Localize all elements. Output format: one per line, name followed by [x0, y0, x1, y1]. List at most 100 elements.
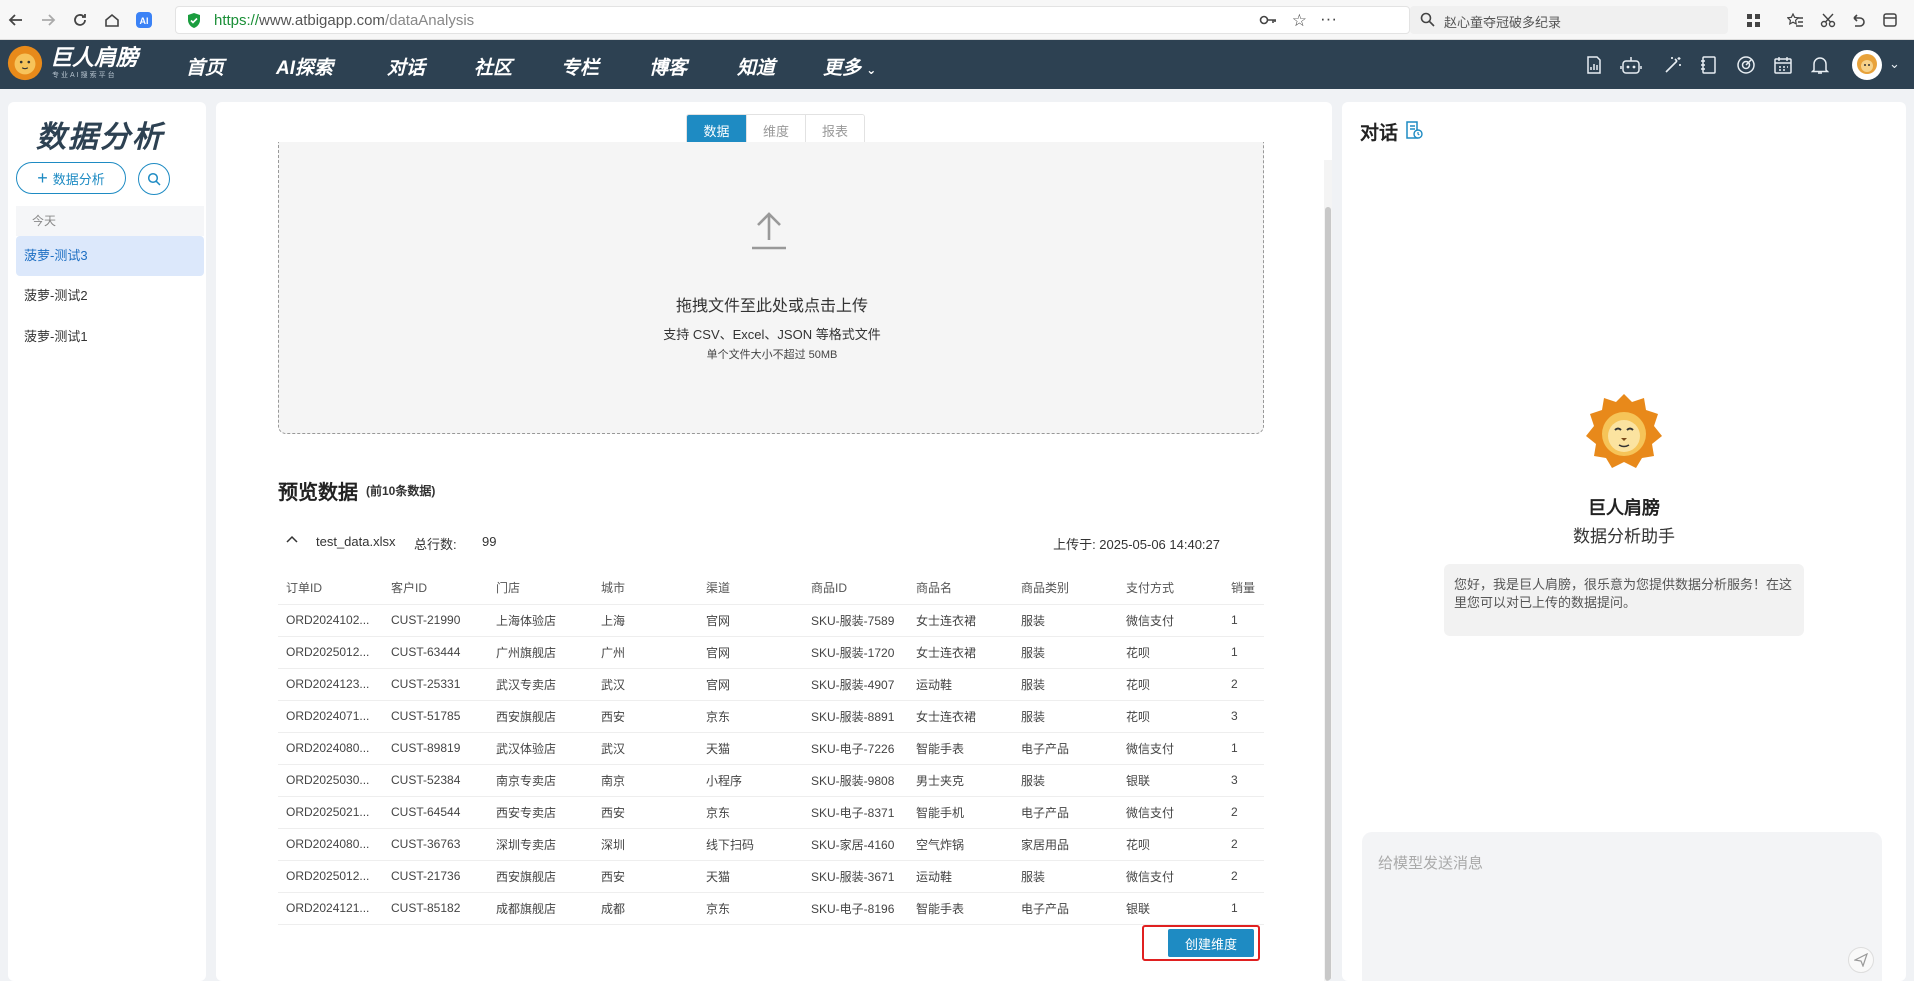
nav-ai-explore[interactable]: AI探索	[276, 53, 333, 80]
table-cell: 服装	[1013, 668, 1118, 701]
table-cell: 西安专卖店	[488, 796, 593, 829]
table-row: ORD2025030... CUST-52384 南京专卖店 南京 小程序 SKU-服装-…	[278, 764, 1264, 797]
bell-icon[interactable]	[1808, 53, 1832, 77]
table-row: ORD2025012... CUST-63444 广州旗舰店 广州 官网 SKU-服装-1…	[278, 636, 1264, 669]
back-arrow-icon[interactable]	[4, 8, 28, 32]
table-cell: 官网	[698, 668, 803, 701]
nav-blog[interactable]: 博客	[649, 53, 687, 80]
url-text: https://www.atbigapp.com/dataAnalysis	[214, 12, 475, 29]
table-cell: 运动鞋	[908, 668, 1013, 701]
table-cell: 广州旗舰店	[488, 636, 593, 669]
reload-icon[interactable]	[68, 8, 92, 32]
nav-column[interactable]: 专栏	[561, 53, 599, 80]
scrollbar-thumb[interactable]	[1325, 207, 1331, 981]
table-cell: 微信支付	[1118, 860, 1223, 893]
send-button[interactable]	[1848, 947, 1874, 973]
table-cell: 西安	[593, 860, 698, 893]
apps-grid-icon[interactable]	[1741, 8, 1765, 32]
table-cell: 线下扫码	[698, 828, 803, 861]
tab-dimension[interactable]: 维度	[746, 115, 805, 145]
chevron-up-icon[interactable]	[286, 534, 298, 549]
site-logo[interactable]: 巨人肩膀 专业AI搜索平台	[6, 44, 138, 82]
home-icon[interactable]	[100, 8, 124, 32]
plus-icon: +	[37, 168, 48, 188]
file-dropzone[interactable]: 拖拽文件至此处或点击上传 支持 CSV、Excel、JSON 等格式文件 单个文…	[278, 142, 1264, 434]
column-header: 城市	[593, 572, 698, 605]
more-dots-icon[interactable]: ···	[1320, 9, 1337, 29]
address-bar[interactable]: https://www.atbigapp.com/dataAnalysis ☆ …	[175, 6, 1410, 34]
ai-extension-icon[interactable]: AI	[132, 8, 156, 32]
table-cell: 女士连衣裙	[908, 700, 1013, 733]
tab-report[interactable]: 报表	[805, 115, 864, 145]
table-cell: 空气炸锅	[908, 828, 1013, 861]
dropzone-title: 拖拽文件至此处或点击上传	[675, 298, 868, 315]
target-icon[interactable]	[1734, 53, 1758, 77]
table-cell: 3	[1223, 700, 1264, 733]
session-item-2[interactable]: 菠萝-测试2	[16, 276, 204, 316]
table-cell: CUST-51785	[383, 700, 488, 733]
star-icon[interactable]: ☆	[1292, 11, 1307, 31]
browser-search-box[interactable]: 赵心童夺冠破多纪录	[1410, 6, 1728, 34]
table-cell: 西安	[593, 796, 698, 829]
table-cell: 成都	[593, 892, 698, 925]
robot-icon[interactable]	[1619, 53, 1643, 77]
calendar-icon[interactable]	[1771, 53, 1795, 77]
table-cell: 花呗	[1118, 636, 1223, 669]
column-header: 商品类别	[1013, 572, 1118, 605]
nav-community[interactable]: 社区	[474, 53, 512, 80]
new-analysis-button[interactable]: + 数据分析	[16, 162, 126, 194]
magic-wand-icon[interactable]	[1661, 53, 1685, 77]
scissors-icon[interactable]	[1816, 8, 1840, 32]
avatar-chevron-down-icon[interactable]: ⌄	[1889, 56, 1900, 72]
table-cell: 微信支付	[1118, 732, 1223, 765]
svg-text:AI: AI	[140, 16, 149, 26]
table-row: ORD2024102... CUST-21990 上海体验店 上海 官网 SKU-服装-7…	[278, 604, 1264, 637]
table-cell: 西安旗舰店	[488, 700, 593, 733]
session-item-3[interactable]: 菠萝-测试1	[16, 317, 204, 357]
table-cell: CUST-52384	[383, 764, 488, 797]
create-dimension-button[interactable]: 创建维度	[1168, 929, 1254, 957]
notebook-icon[interactable]	[1697, 53, 1721, 77]
table-cell: 1	[1223, 604, 1264, 637]
app-header: 巨人肩膀 专业AI搜索平台 首页 AI探索 对话 社区 专栏 博客 知道 更多 …	[0, 40, 1914, 89]
table-cell: 2	[1223, 828, 1264, 861]
table-cell: 南京	[593, 764, 698, 797]
browser-search-text: 赵心童夺冠破多纪录	[1444, 15, 1562, 30]
table-cell: 深圳	[593, 828, 698, 861]
search-icon	[147, 172, 161, 186]
table-cell: 电子产品	[1013, 732, 1118, 765]
nav-know[interactable]: 知道	[737, 53, 775, 80]
table-cell: 京东	[698, 796, 803, 829]
table-cell: SKU-服装-8891	[803, 700, 908, 733]
avatar[interactable]	[1851, 49, 1883, 81]
table-cell: 1	[1223, 636, 1264, 669]
nav-home[interactable]: 首页	[186, 53, 224, 80]
report-icon[interactable]	[1582, 53, 1606, 77]
table-cell: CUST-36763	[383, 828, 488, 861]
nav-chat[interactable]: 对话	[387, 53, 425, 80]
window-menu-icon[interactable]	[1878, 8, 1902, 32]
key-icon[interactable]	[1259, 12, 1277, 31]
table-cell: 花呗	[1118, 828, 1223, 861]
table-cell: 1	[1223, 732, 1264, 765]
table-cell: 电子产品	[1013, 892, 1118, 925]
column-header: 支付方式	[1118, 572, 1223, 605]
tab-data[interactable]: 数据	[687, 115, 746, 145]
table-cell: 微信支付	[1118, 796, 1223, 829]
undo-icon[interactable]	[1846, 8, 1870, 32]
chat-history-icon[interactable]	[1404, 120, 1424, 143]
table-cell: 微信支付	[1118, 604, 1223, 637]
nav-more[interactable]: 更多 ⌄	[823, 53, 876, 80]
table-row: ORD2025012... CUST-21736 西安旗舰店 西安 天猫 SKU-服装-3…	[278, 860, 1264, 893]
table-cell: 服装	[1013, 636, 1118, 669]
session-item-1[interactable]: 菠萝-测试3	[16, 236, 204, 276]
table-cell: 南京专卖店	[488, 764, 593, 797]
browser-toolbar: AI https://www.atbigapp.com/dataAnalysis…	[0, 0, 1914, 40]
favorites-icon[interactable]	[1783, 8, 1807, 32]
row-count-label: 总行数:	[414, 537, 457, 552]
chat-input[interactable]: 给模型发送消息	[1362, 832, 1882, 981]
search-sessions-button[interactable]	[138, 163, 170, 195]
forward-arrow-icon[interactable]	[36, 8, 60, 32]
upload-time: 上传于: 2025-05-06 14:40:27	[1053, 537, 1220, 552]
column-header: 客户ID	[383, 572, 488, 605]
